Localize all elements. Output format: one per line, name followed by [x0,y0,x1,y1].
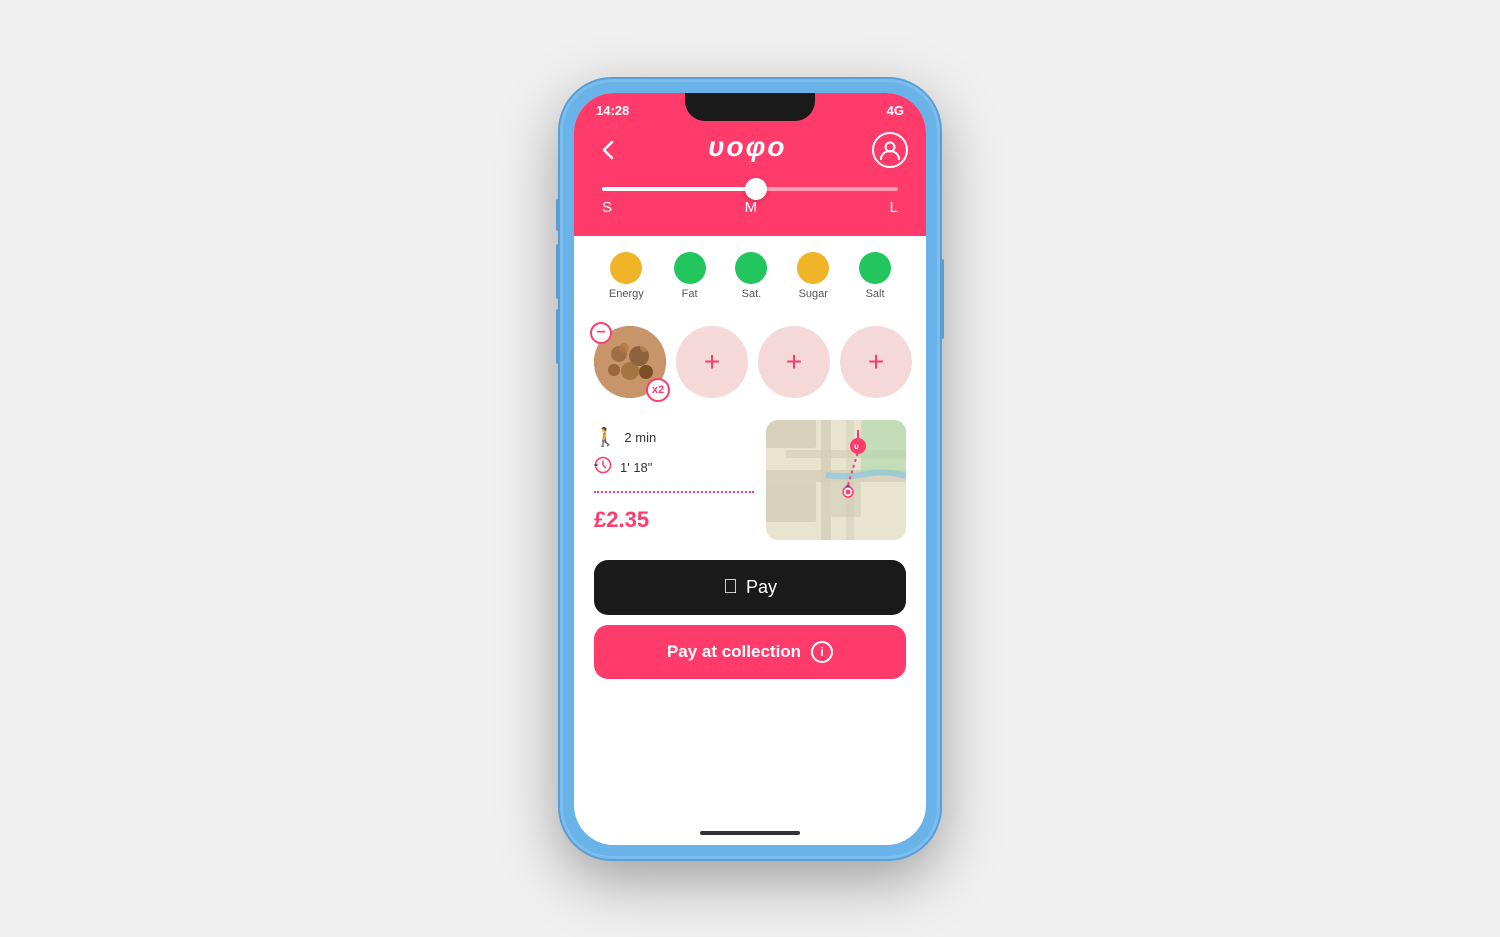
volume-down-button[interactable] [556,309,560,364]
salt-dot [859,252,891,284]
apple-pay-label: Pay [746,577,777,598]
food-item-2[interactable]: + [676,326,748,398]
slider-track[interactable] [602,187,898,191]
price-display: £2.35 [594,507,754,533]
info-icon: i [811,641,833,663]
food-item-4[interactable]: + [840,326,912,398]
payment-buttons-section:  Pay Pay at collection i [574,552,926,695]
food-items-list: − x2 + + [594,326,906,398]
pay-collection-label: Pay at collection [667,642,801,662]
remove-item-button[interactable]: − [590,322,612,344]
slider-thumb[interactable] [745,178,767,200]
food-item-3[interactable]: + [758,326,830,398]
volume-mute-button[interactable] [556,199,560,231]
content-area: Energy Fat Sat. Sugar [574,236,926,845]
status-time: 14:28 [596,103,629,118]
app-logo: υοφο [708,130,788,171]
nutrition-sugar: Sugar [797,252,829,300]
item-quantity-badge: x2 [646,378,670,402]
food-add-circle-3: + [758,326,830,398]
size-label-s: S [602,199,612,216]
nutrition-energy: Energy [609,252,644,300]
prep-time-row: 1' 18" [594,456,754,479]
energy-dot [610,252,642,284]
sugar-label: Sugar [799,288,828,300]
sat-dot [735,252,767,284]
profile-button[interactable] [872,132,908,168]
slider-fill [602,187,765,191]
svg-text:υοφο: υοφο [708,131,786,162]
food-add-circle-2: + [676,326,748,398]
food-section: − x2 + + [574,318,926,412]
walk-time-row: 🚶 2 min [594,427,754,448]
location-map-section: 🚶 2 min 1' 18" [574,412,926,552]
svg-text:υ: υ [854,442,859,451]
pay-at-collection-button[interactable]: Pay at collection i [594,625,906,679]
fat-dot [674,252,706,284]
walk-time-value: 2 min [624,430,656,445]
size-label-m: M [745,199,758,216]
fat-label: Fat [682,288,698,300]
apple-pay-button[interactable]:  Pay [594,560,906,615]
power-button[interactable] [940,259,944,339]
sat-label: Sat. [742,288,762,300]
energy-label: Energy [609,288,644,300]
food-add-circle-4: + [840,326,912,398]
sugar-dot [797,252,829,284]
salt-label: Salt [866,288,885,300]
home-bar [700,831,800,835]
size-slider-section: S M L [574,187,926,236]
header: υοφο [574,122,926,187]
add-food-icon-3: + [786,346,802,378]
nutrition-section: Energy Fat Sat. Sugar [574,236,926,318]
food-item-1[interactable]: − x2 [594,326,666,398]
nutrition-salt: Salt [859,252,891,300]
nutrition-fat: Fat [674,252,706,300]
volume-up-button[interactable] [556,244,560,299]
clock-icon [594,456,612,479]
size-label-l: L [890,199,898,216]
back-button[interactable] [592,134,624,166]
phone-frame: 14:28 4G υοφο [560,79,940,859]
nutrition-dots: Energy Fat Sat. Sugar [594,252,906,300]
location-info: 🚶 2 min 1' 18" [594,420,754,540]
add-food-icon-4: + [868,346,884,378]
divider-line [594,491,754,493]
walk-icon: 🚶 [594,427,616,448]
map-container[interactable]: υ [766,420,906,540]
status-signal: 4G [887,103,904,118]
notch [685,93,815,121]
nutrition-sat: Sat. [735,252,767,300]
add-food-icon-2: + [704,346,720,378]
apple-logo-icon:  [723,576,738,599]
prep-time-value: 1' 18" [620,460,652,475]
home-indicator [574,825,926,845]
phone-screen: 14:28 4G υοφο [574,93,926,845]
